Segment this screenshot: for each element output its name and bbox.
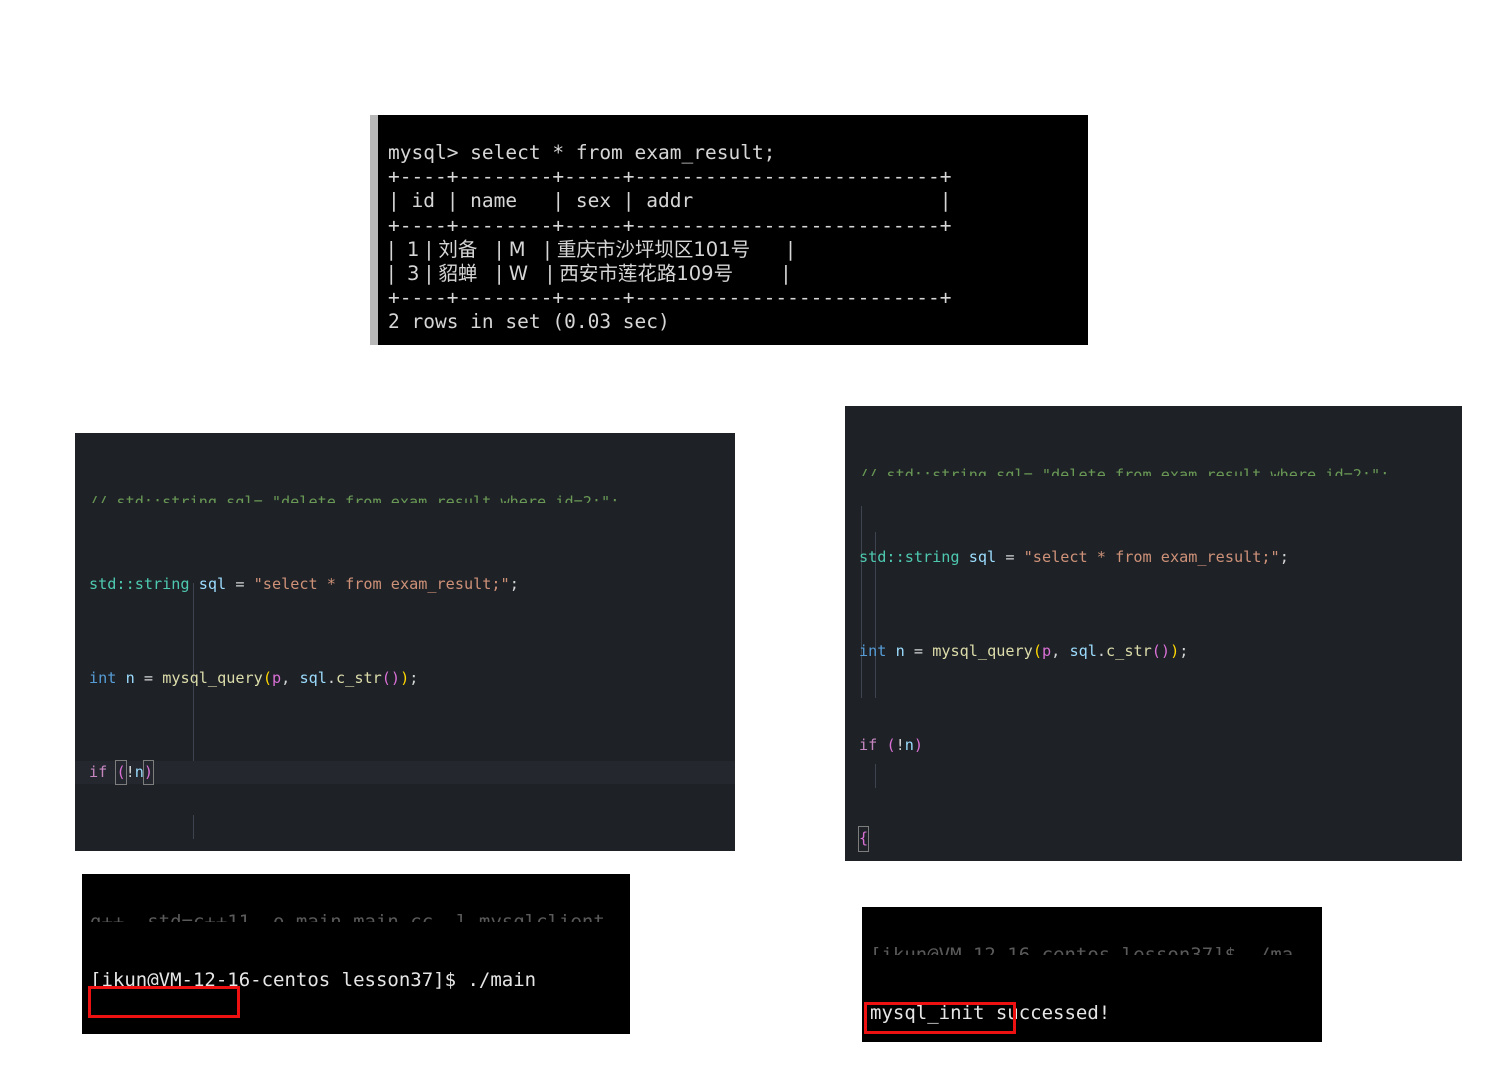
mysql-line-rule-top: +----+--------+-----+-------------------… (388, 165, 952, 189)
mysql-line-rule-bot: +----+--------+-----+-------------------… (388, 286, 952, 310)
mysql-line-row-2: | 3 | 貂蝉 | W | 西安市莲花路109号 | (388, 262, 790, 286)
mysql-line-prompt: mysql> select * from exam_result; (388, 141, 776, 164)
terminal-scroll-strip[interactable] (370, 115, 378, 345)
code-line-current: if (!n) (75, 759, 735, 786)
mysql-line-row-1: | 1 | 刘备 | M | 重庆市沙坪坝区101号 | (388, 237, 794, 261)
shell-line-output: mysql_init successed! (870, 1002, 1111, 1025)
shell-terminal-left[interactable]: g++ -std=c++11 -o main main.cc -l mysqlc… (82, 874, 630, 1034)
mysql-terminal-window: mysql> select * from exam_result; +----+… (370, 115, 1088, 345)
mysql-line-header: | id | name | sex | addr | (388, 189, 952, 213)
shell-line-command: [ikun@VM-12-16-centos lesson37]$ ./main (90, 969, 537, 992)
mysql-line-status: 2 rows in set (0.03 sec) (388, 310, 670, 334)
code-lines-left: // std::string sql= "delete from exam_re… (75, 433, 735, 851)
code-line: { (845, 826, 1462, 852)
code-line: int n = mysql_query(p, sql.c_str()); (89, 669, 419, 688)
shell-line-clipped-top: g++ -std=c++11 -o main main.cc -l mysqlc… (90, 910, 605, 922)
mysql-terminal-output: mysql> select * from exam_result; +----+… (388, 141, 1084, 335)
code-line-clipped-top: // std::string sql= "delete from exam_re… (89, 493, 620, 504)
code-editor-left[interactable]: // std::string sql= "delete from exam_re… (75, 433, 735, 851)
shell-line-clipped-top: [ikun@VM-12-16-centos lesson37]$ ./ma (870, 943, 1294, 955)
code-editor-right[interactable]: // std::string sql= "delete from exam_re… (845, 406, 1462, 861)
mysql-line-rule-mid: +----+--------+-----+-------------------… (388, 213, 952, 237)
code-lines-right: // std::string sql= "delete from exam_re… (845, 406, 1462, 861)
shell-terminal-right[interactable]: [ikun@VM-12-16-centos lesson37]$ ./ma my… (862, 907, 1322, 1042)
code-line: if (!n) (859, 735, 924, 754)
code-line: std::string sql = "select * from exam_re… (859, 548, 1289, 567)
code-line: std::string sql = "select * from exam_re… (89, 575, 519, 594)
code-line: int n = mysql_query(p, sql.c_str()); (859, 642, 1189, 661)
code-line-clipped-top: // std::string sql= "delete from exam_re… (859, 466, 1390, 477)
